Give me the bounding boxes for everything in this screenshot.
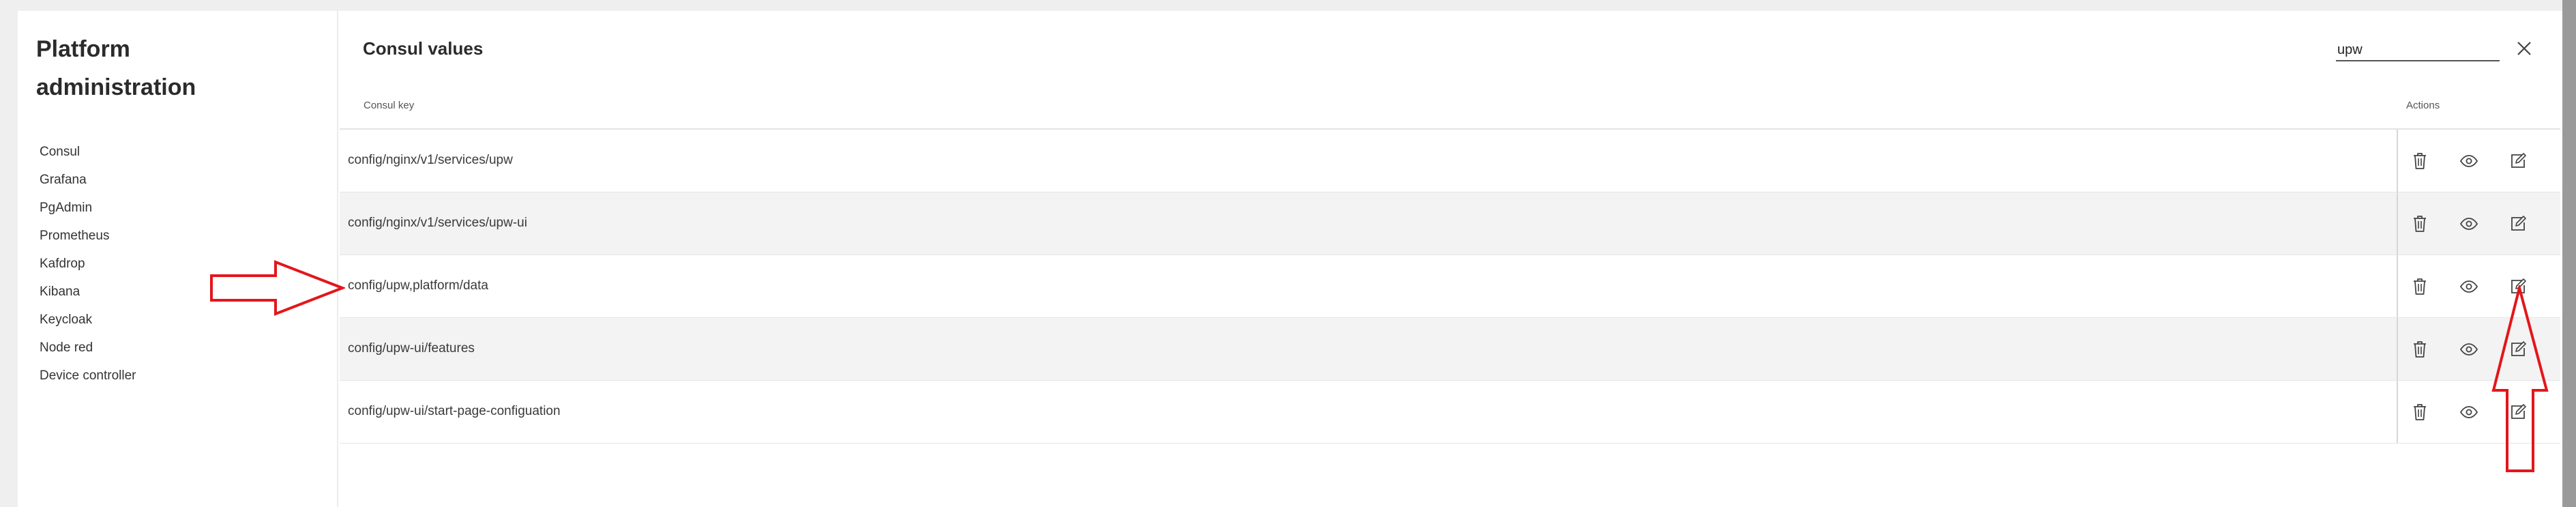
page-scrollbar[interactable] [2562,0,2576,507]
table-row[interactable]: config/upw,platform/data [340,255,2560,318]
edit-icon[interactable] [2507,338,2529,360]
edit-icon[interactable] [2507,401,2529,423]
eye-icon[interactable] [2458,338,2480,360]
consul-key: config/upw-ui/start-page-configuation [348,404,561,418]
trash-icon[interactable] [2409,276,2431,298]
consul-key: config/upw-ui/features [348,341,475,356]
column-header-key: Consul key [364,100,415,111]
trash-icon[interactable] [2409,401,2431,423]
consul-key: config/upw,platform/data [348,278,488,293]
actions-divider [2397,192,2398,255]
eye-icon[interactable] [2458,401,2480,423]
actions-divider [2397,255,2398,317]
table-body: config/nginx/v1/services/upw config/nginx… [340,130,2560,444]
eye-icon[interactable] [2458,150,2480,172]
table-row[interactable]: config/upw-ui/start-page-configuation [340,381,2560,444]
eye-icon[interactable] [2458,213,2480,235]
trash-icon[interactable] [2409,338,2431,360]
edit-icon[interactable] [2507,276,2529,298]
table-row[interactable]: config/nginx/v1/services/upw-ui [340,192,2560,255]
search-input[interactable] [2336,40,2500,61]
sidebar-item-pgadmin[interactable]: PgAdmin [40,194,136,222]
table-row[interactable]: config/nginx/v1/services/upw [340,130,2560,192]
sidebar-item-node-red[interactable]: Node red [40,334,136,362]
sidebar-title: Platform administration [36,36,196,100]
trash-icon[interactable] [2409,213,2431,235]
consul-key: config/nginx/v1/services/upw [348,153,513,167]
trash-icon[interactable] [2409,150,2431,172]
sidebar-item-kafdrop[interactable]: Kafdrop [40,250,136,278]
close-icon[interactable] [2515,40,2533,57]
edit-icon[interactable] [2507,150,2529,172]
consul-key: config/nginx/v1/services/upw-ui [348,216,527,230]
table-row[interactable]: config/upw-ui/features [340,318,2560,381]
eye-icon[interactable] [2458,276,2480,298]
sidebar-item-keycloak[interactable]: Keycloak [40,306,136,334]
sidebar-item-consul[interactable]: Consul [40,138,136,166]
actions-divider [2397,381,2398,443]
column-header-actions: Actions [2406,100,2440,111]
actions-divider [2397,130,2398,192]
sidebar-item-prometheus[interactable]: Prometheus [40,222,136,250]
sidebar-item-device-controller[interactable]: Device controller [40,362,136,390]
sidebar-item-kibana[interactable]: Kibana [40,278,136,306]
page-title: Consul values [363,38,484,59]
sidebar-item-grafana[interactable]: Grafana [40,166,136,194]
actions-divider [2397,318,2398,380]
sidebar-nav: Consul Grafana PgAdmin Prometheus Kafdro… [40,138,136,390]
edit-icon[interactable] [2507,213,2529,235]
